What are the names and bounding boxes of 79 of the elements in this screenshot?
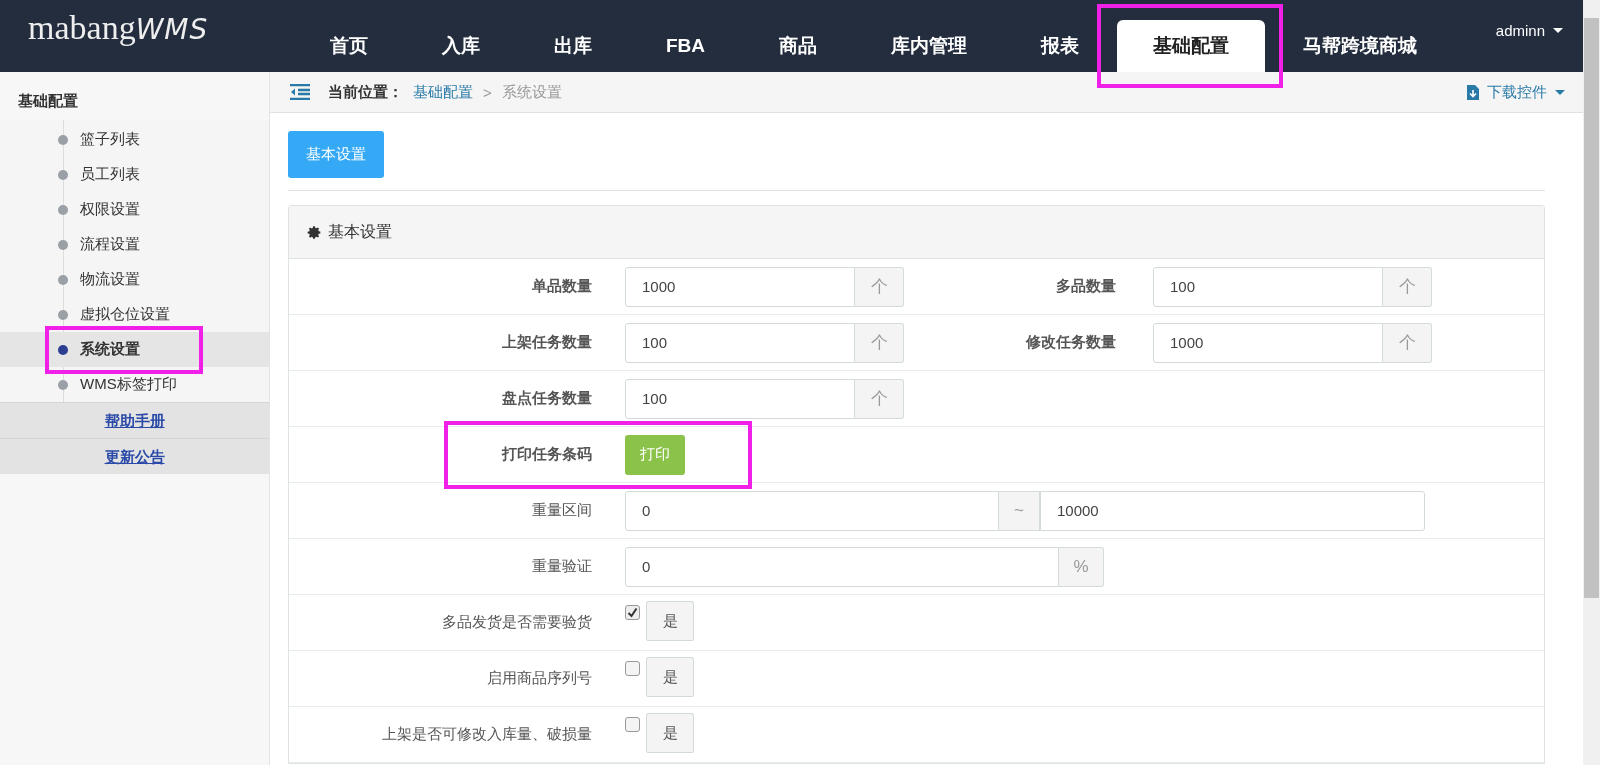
nav-tab[interactable]: 报表: [1005, 20, 1116, 72]
nav-tab[interactable]: 库内管理: [855, 20, 1004, 72]
unit-addon: 个: [1383, 322, 1432, 363]
nav-tab[interactable]: 入库: [406, 20, 516, 72]
breadcrumb-separator: >: [483, 83, 492, 101]
field-label: 启用商品序列号: [486, 669, 593, 688]
percent-addon: %: [1059, 546, 1104, 587]
file-download-icon: [1467, 84, 1479, 100]
field-label: 单品数量: [531, 277, 593, 296]
nav-tab[interactable]: FBA: [630, 20, 742, 72]
number-input[interactable]: 1000: [625, 266, 855, 307]
unit-addon: 个: [855, 266, 904, 307]
nav-tab[interactable]: 商品: [743, 20, 854, 72]
scrollbar[interactable]: [1583, 0, 1600, 765]
sidebar-item-label: 流程设置: [80, 235, 140, 254]
sidebar-item[interactable]: 虚拟仓位设置: [0, 297, 269, 332]
sidebar-item[interactable]: 员工列表: [0, 157, 269, 192]
bullet-icon: [58, 169, 68, 180]
sidebar-item[interactable]: WMS标签打印: [0, 367, 269, 402]
logo: mabangWMS: [27, 9, 210, 47]
range-separator: ~: [999, 490, 1040, 531]
field-label: 打印任务条码: [500, 445, 593, 464]
menu-toggle-icon[interactable]: [290, 84, 310, 100]
sidebar-link[interactable]: 更新公告: [0, 438, 269, 474]
breadcrumb-label: 当前位置：: [328, 82, 403, 102]
sidebar-item[interactable]: 权限设置: [0, 192, 269, 227]
checkbox[interactable]: [625, 717, 640, 732]
sidebar-item[interactable]: 篮子列表: [0, 122, 269, 157]
bullet-icon: [58, 239, 68, 250]
download-link[interactable]: 下载控件: [1467, 82, 1565, 102]
sidebar-item-label: 物流设置: [80, 270, 140, 289]
checkbox[interactable]: [625, 605, 640, 620]
sidebar-item[interactable]: 系统设置: [0, 332, 269, 367]
number-input[interactable]: 1000: [1153, 322, 1383, 363]
field-label: 多品发货是否需要验货: [441, 613, 593, 632]
field-label: 重量验证: [531, 557, 593, 576]
bullet-icon: [58, 344, 68, 355]
checkbox[interactable]: [625, 661, 640, 676]
panel-title: 基本设置: [328, 221, 392, 242]
breadcrumb-current: 系统设置: [501, 82, 562, 102]
breadcrumb-link[interactable]: 基础配置: [413, 82, 473, 102]
nav-tab[interactable]: 出库: [518, 20, 628, 72]
field-label: 多品数量: [1055, 277, 1117, 296]
sidebar-item-label: 系统设置: [80, 340, 140, 359]
sidebar-item-label: WMS标签打印: [80, 375, 177, 394]
bullet-icon: [58, 379, 68, 390]
sidebar-link[interactable]: 帮助手册: [0, 402, 269, 438]
bullet-icon: [58, 204, 68, 215]
number-input[interactable]: 100: [1153, 266, 1383, 307]
bullet-icon: [58, 274, 68, 285]
sidebar-item-label: 权限设置: [80, 200, 140, 219]
field-label: 上架任务数量: [501, 333, 593, 352]
bullet-icon: [58, 309, 68, 320]
option-button[interactable]: 是: [646, 601, 694, 641]
field-label: 重量区间: [531, 501, 593, 520]
unit-addon: 个: [1383, 266, 1432, 307]
unit-addon: 个: [855, 322, 904, 363]
sidebar-item-label: 虚拟仓位设置: [80, 305, 170, 324]
percent-input[interactable]: 0: [625, 546, 1059, 587]
bullet-icon: [58, 134, 68, 145]
user-menu[interactable]: adminn: [1495, 21, 1563, 39]
sidebar-item[interactable]: 物流设置: [0, 262, 269, 297]
gear-icon: [307, 224, 322, 240]
nav-tab[interactable]: 首页: [294, 20, 404, 72]
field-label: 修改任务数量: [1024, 333, 1117, 352]
nav-tab[interactable]: 马帮跨境商城: [1267, 20, 1454, 72]
range-from-input[interactable]: 0: [625, 490, 999, 531]
field-label: 盘点任务数量: [501, 389, 593, 408]
option-button[interactable]: 是: [646, 657, 694, 697]
field-label: 上架是否可修改入库量、破损量: [381, 725, 593, 744]
number-input[interactable]: 100: [625, 322, 855, 363]
sidebar-item-label: 员工列表: [80, 165, 140, 184]
sidebar-item[interactable]: 流程设置: [0, 227, 269, 262]
unit-addon: 个: [855, 378, 904, 419]
nav-tab[interactable]: 基础配置: [1117, 20, 1266, 72]
sidebar-item-label: 篮子列表: [80, 130, 140, 149]
range-to-input[interactable]: 10000: [1040, 490, 1425, 531]
number-input[interactable]: 100: [625, 378, 855, 419]
option-button[interactable]: 是: [646, 713, 694, 753]
